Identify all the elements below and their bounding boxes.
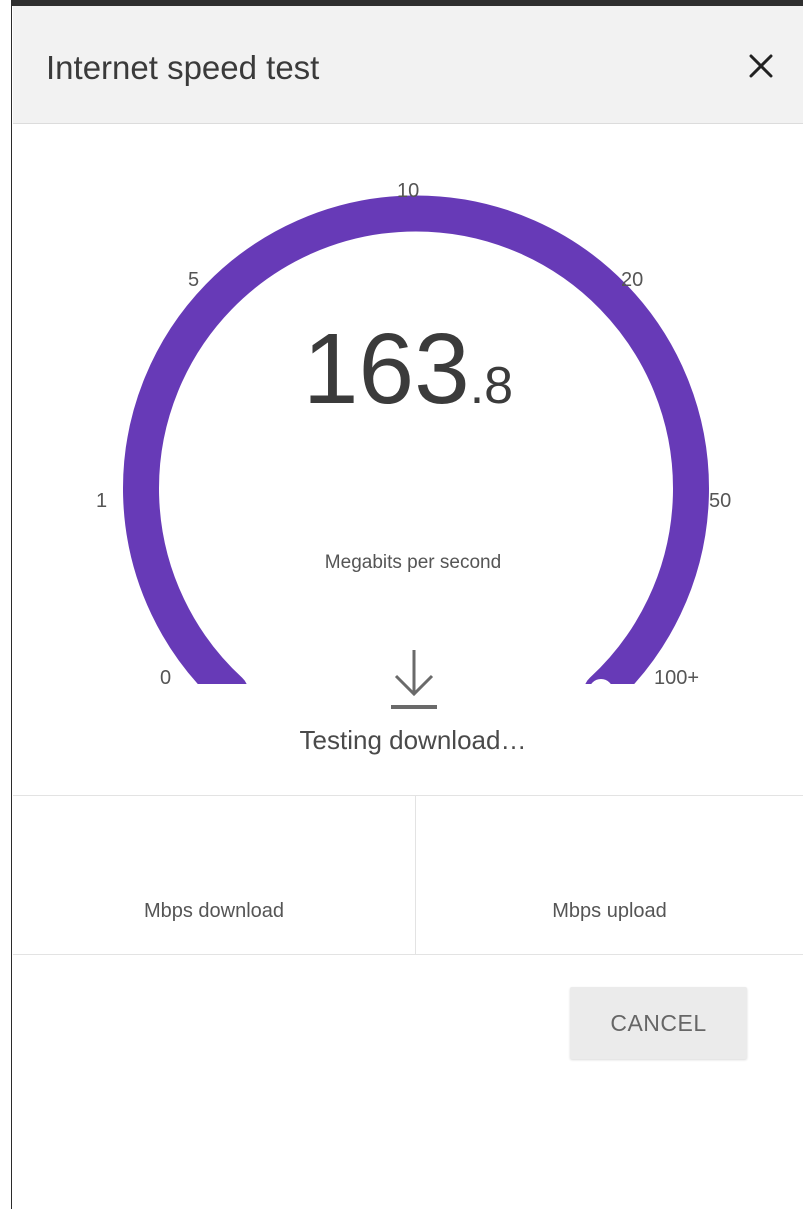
download-arrow-icon (391, 650, 437, 709)
gauge-tick-50: 50 (709, 490, 732, 512)
speed-unit-label: Megabits per second (324, 552, 502, 573)
download-result: Mbps download (13, 796, 416, 954)
speed-test-dialog: Internet speed test 0 1 5 10 20 50 100+ … (13, 6, 803, 1209)
download-result-label: Mbps download (143, 900, 285, 922)
gauge-tick-1: 1 (96, 490, 108, 512)
close-button[interactable] (741, 46, 781, 86)
gauge-tick-20: 20 (621, 269, 644, 291)
speed-readout: 163.8 (273, 319, 543, 449)
test-status-text: Testing download… (299, 725, 527, 755)
gauge-tick-0: 0 (160, 667, 172, 689)
upload-result: Mbps upload (416, 796, 803, 954)
gauge-tick-100-plus: 100+ (654, 667, 700, 689)
speed-value-integer: 163 (302, 313, 470, 425)
gauge-tick-5: 5 (188, 269, 200, 291)
results-panel: Mbps download Mbps upload (13, 795, 803, 955)
dialog-title: Internet speed test (46, 49, 320, 86)
upload-result-label: Mbps upload (552, 900, 667, 922)
dialog-header: Internet speed test (13, 6, 803, 124)
speed-value-decimal: .8 (469, 357, 514, 415)
window-left-edge (0, 0, 12, 1209)
cancel-button[interactable]: CANCEL (570, 987, 747, 1059)
gauge-tick-10: 10 (397, 180, 420, 202)
close-icon (749, 54, 773, 78)
